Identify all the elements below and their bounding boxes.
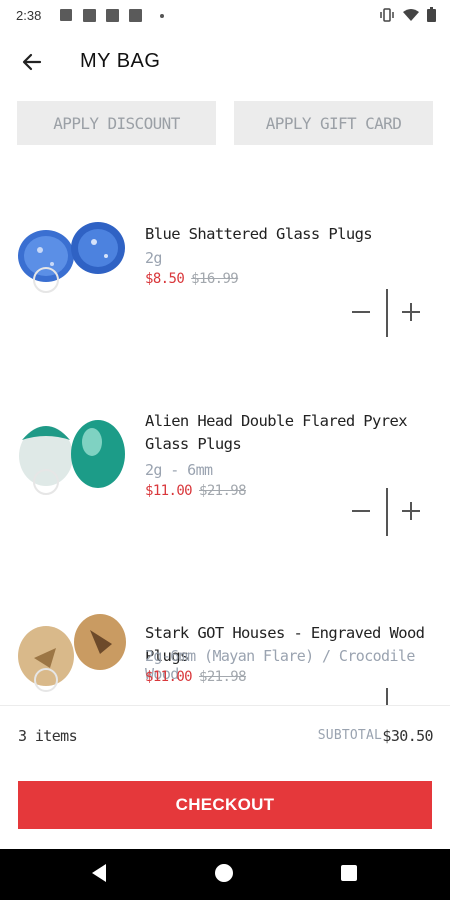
back-arrow-icon[interactable] bbox=[18, 48, 46, 76]
product-price: $11.00 $21.98 bbox=[145, 669, 247, 685]
nav-recent-icon[interactable] bbox=[341, 865, 357, 881]
app-notification-icon bbox=[106, 9, 119, 22]
sale-price: $11.00 bbox=[145, 669, 193, 685]
wifi-icon bbox=[403, 8, 419, 21]
more-notifications-icon bbox=[160, 14, 164, 18]
minus-icon[interactable] bbox=[352, 311, 370, 313]
sale-price: $11.00 bbox=[145, 483, 193, 499]
apply-discount-button[interactable]: APPLY DISCOUNT bbox=[17, 101, 216, 145]
battery-icon bbox=[427, 7, 436, 22]
product-variant: 2g bbox=[145, 249, 162, 267]
minus-icon[interactable] bbox=[352, 510, 370, 512]
checkout-button[interactable]: CHECKOUT bbox=[18, 781, 432, 829]
nav-back-icon[interactable] bbox=[92, 864, 106, 882]
stepper-divider bbox=[386, 488, 388, 536]
subtotal-value: $30.50 bbox=[382, 727, 433, 745]
item-count: 3 items bbox=[18, 727, 78, 745]
quantity-stepper bbox=[346, 488, 426, 536]
page-title: MY BAG bbox=[80, 50, 161, 72]
product-image-wood-plugs bbox=[18, 614, 126, 692]
stepper-divider bbox=[386, 289, 388, 337]
product-image-blue-glass-plugs bbox=[18, 222, 125, 293]
status-bar: 2:38 bbox=[0, 0, 450, 32]
app-notification-icon bbox=[129, 9, 142, 22]
quantity-stepper bbox=[346, 289, 426, 337]
sale-price: $8.50 bbox=[145, 271, 185, 287]
original-price: $21.98 bbox=[198, 669, 247, 685]
system-nav-bar bbox=[0, 849, 450, 900]
subtotal-label: SUBTOTAL bbox=[317, 728, 382, 743]
original-price: $16.99 bbox=[191, 271, 239, 287]
app-notification-icon bbox=[83, 9, 96, 22]
original-price: $21.98 bbox=[198, 483, 247, 499]
apply-gift-card-button[interactable]: APPLY GIFT CARD bbox=[234, 101, 433, 145]
product-name[interactable]: Blue Shattered Glass Plugs bbox=[145, 223, 435, 246]
vibrate-icon bbox=[380, 7, 394, 22]
status-time: 2:38 bbox=[16, 8, 42, 23]
cart-summary: 3 items SUBTOTAL $30.50 bbox=[0, 705, 450, 766]
product-name[interactable]: Alien Head Double Flared Pyrex Glass Plu… bbox=[145, 410, 435, 456]
product-variant: 2g - 6mm bbox=[145, 461, 213, 479]
product-image-alien-head-plugs bbox=[19, 420, 125, 495]
image-notification-icon bbox=[60, 9, 72, 21]
nav-home-icon[interactable] bbox=[215, 864, 233, 882]
product-price: $11.00 $21.98 bbox=[145, 483, 247, 499]
app-header: MY BAG bbox=[0, 36, 450, 90]
product-price: $8.50 $16.99 bbox=[145, 271, 239, 287]
